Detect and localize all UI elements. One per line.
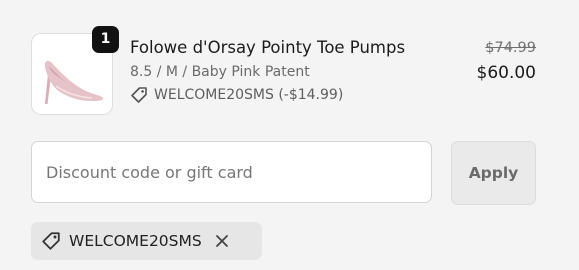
line-discount-label: WELCOME20SMS (-$14.99) (154, 87, 344, 103)
tag-icon (131, 87, 147, 103)
applied-discount-code: WELCOME20SMS (69, 232, 202, 250)
apply-button[interactable]: Apply (451, 141, 536, 205)
product-info: Folowe d'Orsay Pointy Toe Pumps 8.5 / M … (130, 38, 430, 104)
final-price: $60.00 (476, 63, 536, 83)
remove-discount-button[interactable] (214, 233, 230, 249)
product-thumbnail-wrapper: 1 (31, 26, 119, 115)
product-variant: 8.5 / M / Baby Pink Patent (130, 64, 310, 80)
price-block: $74.99 $60.00 (477, 40, 536, 83)
product-title: Folowe d'Orsay Pointy Toe Pumps (130, 38, 406, 57)
close-icon[interactable] (214, 233, 230, 249)
compare-at-price: $74.99 (485, 40, 536, 56)
line-discount: WELCOME20SMS (-$14.99) (130, 86, 430, 104)
quantity-badge: 1 (92, 26, 119, 53)
discount-code-input[interactable] (31, 141, 432, 203)
cart-line-item: 1 Folowe d'Orsay Pointy Toe Pumps 8.5 / … (31, 26, 536, 115)
tag-icon (42, 232, 60, 250)
applied-discount-chip: WELCOME20SMS (31, 222, 262, 260)
